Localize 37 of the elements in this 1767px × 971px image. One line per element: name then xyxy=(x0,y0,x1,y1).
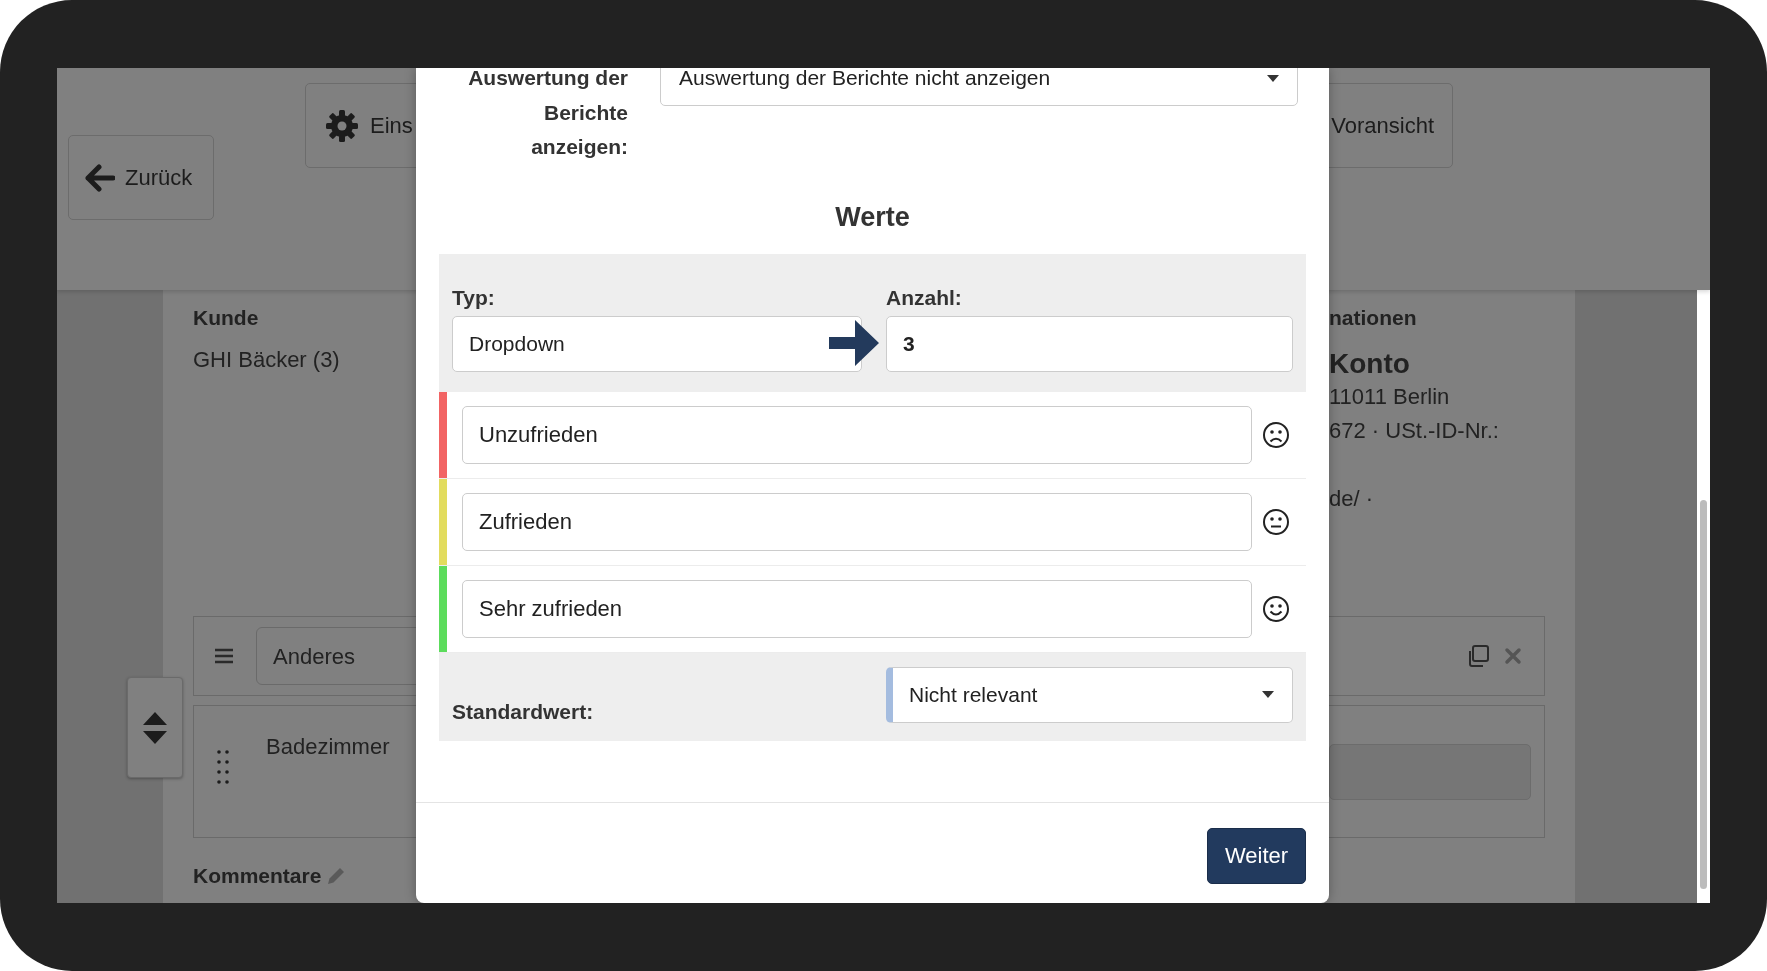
back-button[interactable]: Zurück xyxy=(68,135,214,220)
arrow-left-icon xyxy=(85,163,115,192)
menu-icon[interactable] xyxy=(214,648,234,664)
sort-button[interactable] xyxy=(127,677,183,778)
section-heading: Werte xyxy=(834,200,911,234)
next-button[interactable]: Weiter xyxy=(1207,827,1306,884)
settings-icon xyxy=(324,107,360,144)
type-field[interactable]: Dropdown xyxy=(452,315,862,372)
report-setting-label: Auswertung der Berichte anzeigen: xyxy=(467,68,628,160)
copy-icon[interactable] xyxy=(1466,644,1490,668)
customer-heading: Kunde xyxy=(193,306,260,330)
info-heading: nationen xyxy=(1329,306,1418,330)
report-setting-select[interactable]: Auswertung der Berichte nicht anzeigen xyxy=(660,68,1298,106)
neutral-face-icon[interactable] xyxy=(1262,507,1290,536)
drag-handle-icon[interactable] xyxy=(216,749,230,785)
comments-label: Kommentare xyxy=(193,864,322,888)
value-field[interactable]: Zufrieden xyxy=(462,492,1252,551)
address-line: 672 · USt.-ID-Nr.: xyxy=(1329,418,1499,443)
count-label: Anzahl: xyxy=(886,285,963,310)
sort-icon xyxy=(142,710,168,745)
address-line: 11011 Berlin xyxy=(1329,384,1450,409)
type-label: Typ: xyxy=(452,285,496,310)
smiley-face-icon[interactable] xyxy=(1262,594,1290,623)
default-value-label: Standardwert: xyxy=(452,699,595,724)
customer-name: GHI Bäcker (3) xyxy=(193,347,341,373)
default-value-select[interactable]: Nicht relevant xyxy=(886,666,1293,723)
count-field[interactable]: 3 xyxy=(886,315,1293,372)
caret-icon xyxy=(1262,691,1274,698)
sad-face-icon[interactable] xyxy=(1262,420,1290,449)
company-name: Konto xyxy=(1329,348,1411,380)
item-name: Badezimmer xyxy=(266,734,390,760)
value-field[interactable]: Unzufrieden xyxy=(462,405,1252,464)
input-field[interactable] xyxy=(1329,744,1531,800)
scrollbar[interactable] xyxy=(1700,500,1707,889)
arrow-right-icon xyxy=(829,319,879,366)
website-text: de/ · xyxy=(1329,486,1374,511)
value-field[interactable]: Sehr zufrieden xyxy=(462,579,1252,638)
